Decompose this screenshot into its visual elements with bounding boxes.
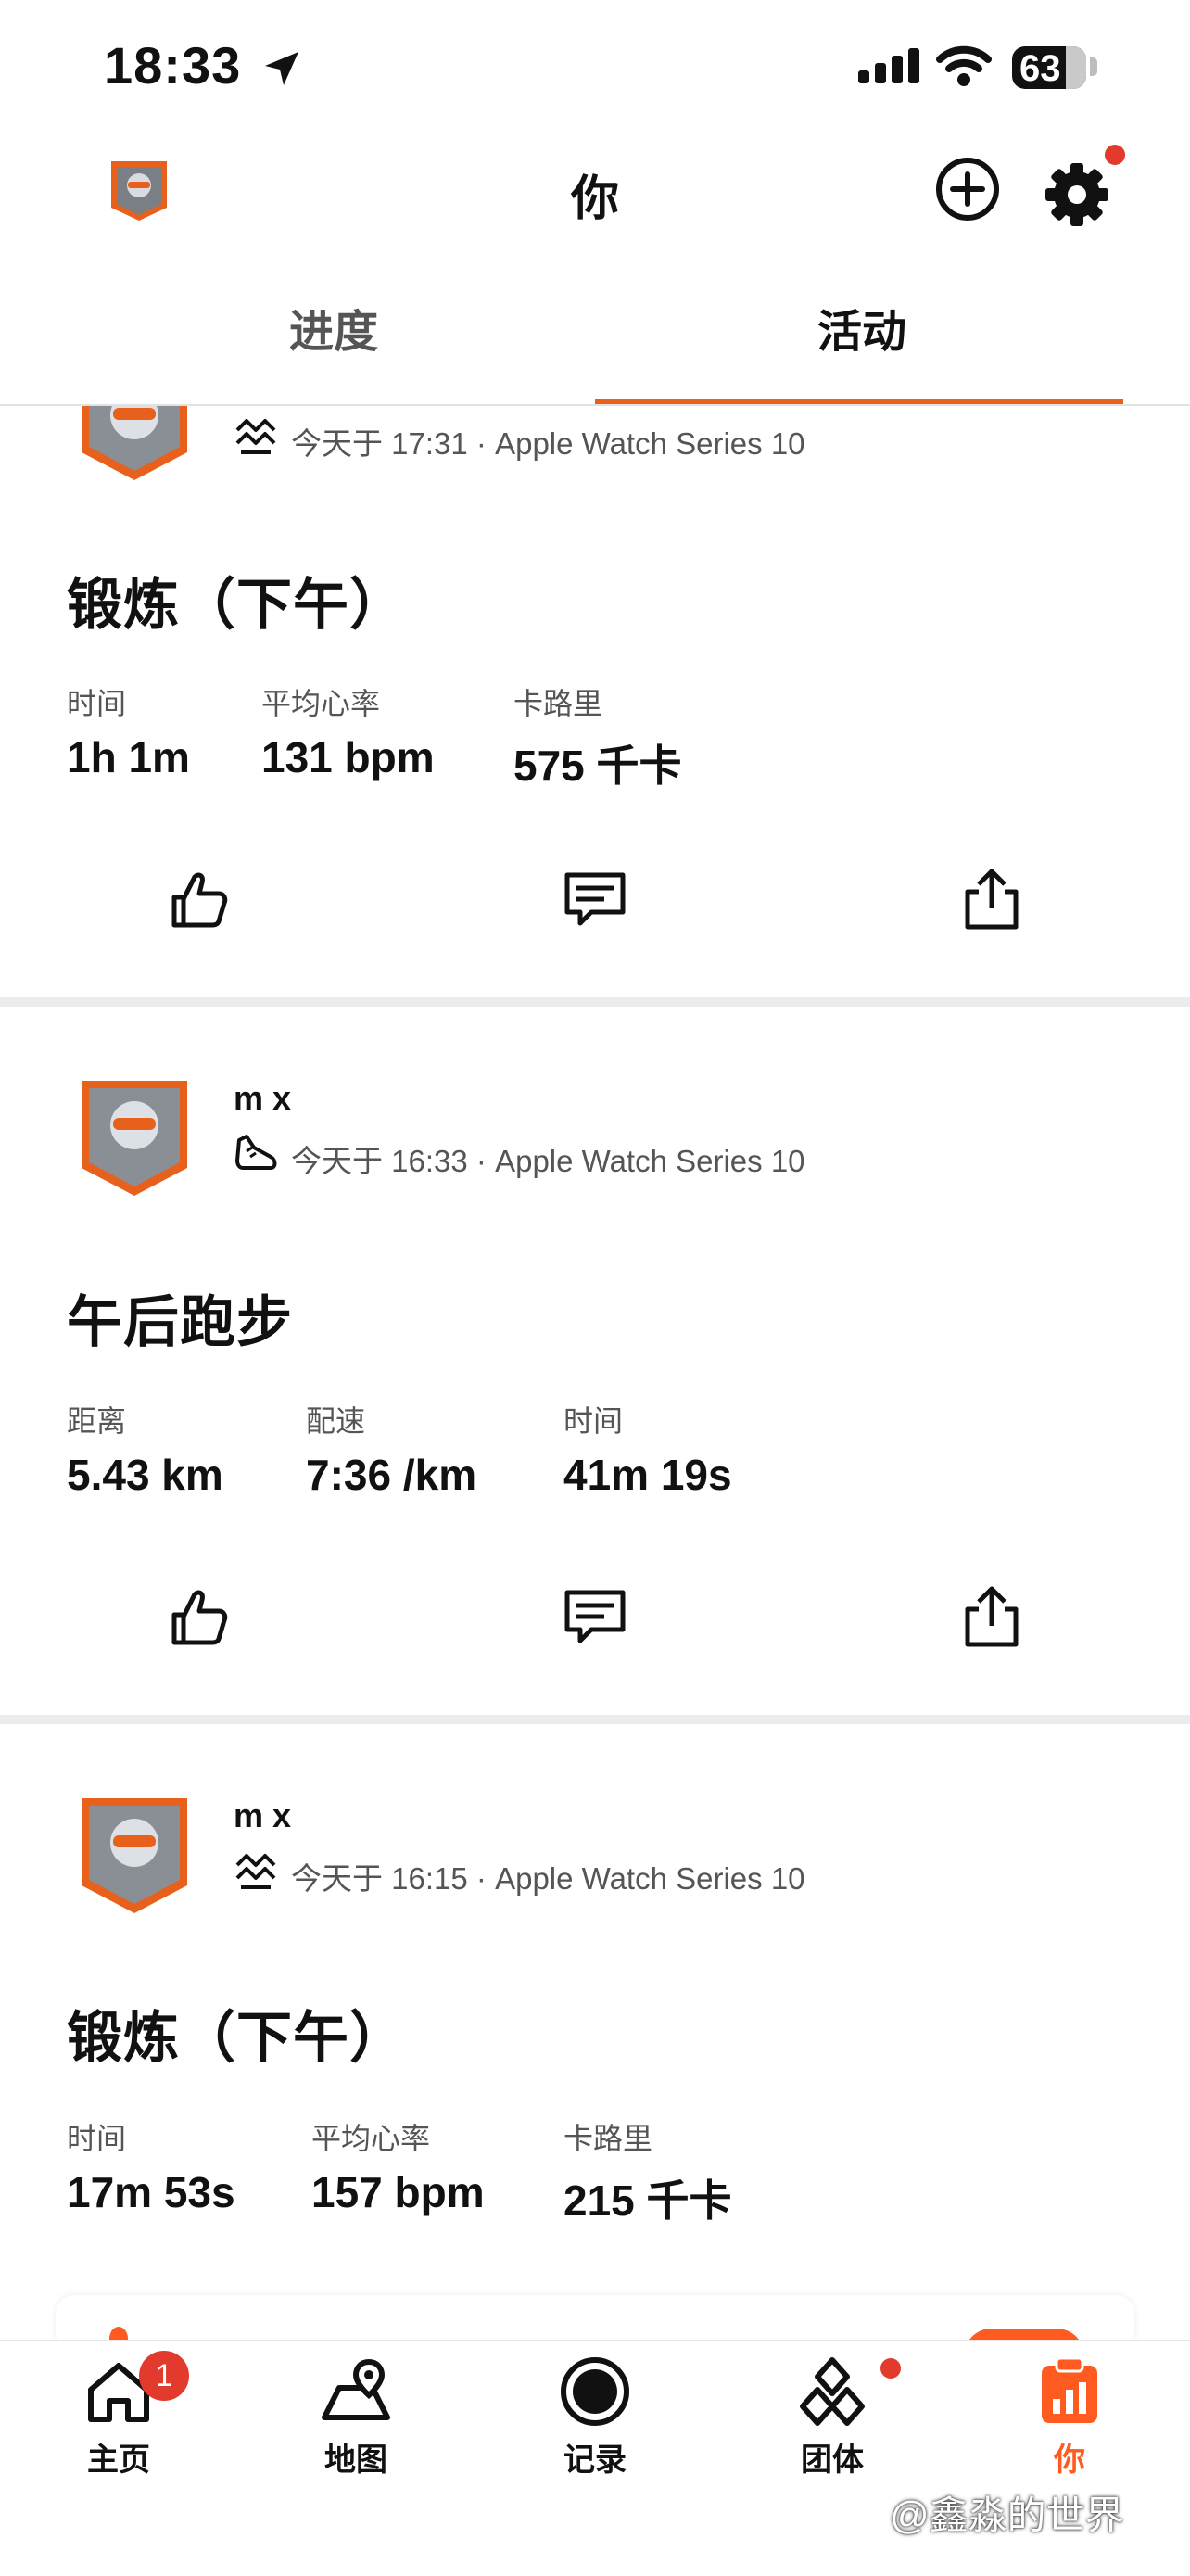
tab-activity[interactable]: 活动 xyxy=(816,295,908,360)
watermark: @鑫淼的世界 xyxy=(890,2494,1124,2537)
status-time: 18:33 xyxy=(104,36,242,95)
comment-icon[interactable] xyxy=(562,1583,628,1650)
stat-value: 157 bpm xyxy=(311,2168,485,2216)
stat-value: 5.43 km xyxy=(67,1451,223,1499)
stat-label: 平均心率 xyxy=(261,687,381,720)
activity-title[interactable]: 午后跑步 xyxy=(67,1277,293,1358)
nav-groups-label: 团体 xyxy=(801,2443,864,2478)
stat-label: 距离 xyxy=(67,1404,127,1438)
activity-avatar[interactable] xyxy=(80,1796,189,1917)
nav-record[interactable]: 记录 xyxy=(521,2354,669,2480)
record-icon xyxy=(561,2357,629,2426)
notification-badge: 1 xyxy=(139,2351,189,2401)
location-arrow-icon xyxy=(265,52,298,85)
athlete-name[interactable]: m x xyxy=(234,1079,291,1118)
activity-meta: 今天于 16:15 · Apple Watch Series 10 xyxy=(291,1861,805,1896)
stat-value: 575 千卡 xyxy=(513,742,682,790)
activity-meta: 今天于 17:31 · Apple Watch Series 10 xyxy=(291,426,805,461)
activity-avatar[interactable] xyxy=(80,363,189,484)
kudos-thumbs-up-icon[interactable] xyxy=(165,1583,232,1650)
stat-value: 1h 1m xyxy=(67,733,190,781)
stat-value: 131 bpm xyxy=(261,733,435,781)
share-icon[interactable] xyxy=(958,866,1025,933)
battery-cap xyxy=(1090,57,1097,76)
cellular-signal-icon xyxy=(858,48,925,83)
card-separator xyxy=(0,997,1190,1007)
page-title: 你 xyxy=(570,172,619,226)
stat-value: 7:36 /km xyxy=(306,1451,477,1499)
groups-icon xyxy=(800,2357,865,2426)
stat-value: 215 千卡 xyxy=(563,2176,732,2225)
stat-label: 平均心率 xyxy=(311,2122,431,2155)
athlete-name[interactable]: m x xyxy=(234,1796,291,1835)
activity-avatar[interactable] xyxy=(80,1079,189,1199)
nav-maps-label: 地图 xyxy=(324,2443,387,2478)
share-icon[interactable] xyxy=(958,1583,1025,1650)
kudos-thumbs-up-icon[interactable] xyxy=(165,866,232,933)
comment-icon[interactable] xyxy=(562,866,628,933)
stat-label: 时间 xyxy=(67,2122,127,2155)
tab-progress[interactable]: 进度 xyxy=(287,295,380,360)
workout-icon xyxy=(235,419,276,454)
workout-icon xyxy=(235,1854,276,1889)
activity-title[interactable]: 锻炼（下午） xyxy=(67,560,406,641)
settings-gear-icon[interactable] xyxy=(1044,156,1116,228)
groups-notification-dot xyxy=(880,2358,901,2379)
settings-notification-dot xyxy=(1105,145,1125,165)
card-separator xyxy=(0,1715,1190,1724)
activity-title[interactable]: 锻炼（下午） xyxy=(67,1993,406,2074)
stat-label: 时间 xyxy=(67,687,127,720)
map-icon xyxy=(322,2358,390,2420)
battery-level: 63 xyxy=(1019,48,1061,89)
activity-meta: 今天于 16:33 · Apple Watch Series 10 xyxy=(291,1144,805,1178)
add-icon[interactable] xyxy=(934,156,1001,222)
nav-you[interactable]: 你 xyxy=(995,2354,1144,2480)
stat-value: 41m 19s xyxy=(563,1451,732,1499)
nav-home-label: 主页 xyxy=(87,2443,150,2478)
stat-label: 配速 xyxy=(306,1404,366,1438)
nav-record-label: 记录 xyxy=(563,2443,627,2478)
wifi-icon xyxy=(936,45,992,86)
battery-indicator: 63 xyxy=(1012,46,1086,89)
nav-maps[interactable]: 地图 xyxy=(282,2354,430,2480)
stat-label: 时间 xyxy=(563,1404,624,1438)
stat-label: 卡路里 xyxy=(563,2122,653,2155)
nav-you-label: 你 xyxy=(1054,2443,1085,2478)
stat-label: 卡路里 xyxy=(513,687,603,720)
running-shoe-icon xyxy=(235,1135,277,1170)
you-icon xyxy=(1042,2356,1097,2423)
stat-value: 17m 53s xyxy=(67,2168,235,2216)
